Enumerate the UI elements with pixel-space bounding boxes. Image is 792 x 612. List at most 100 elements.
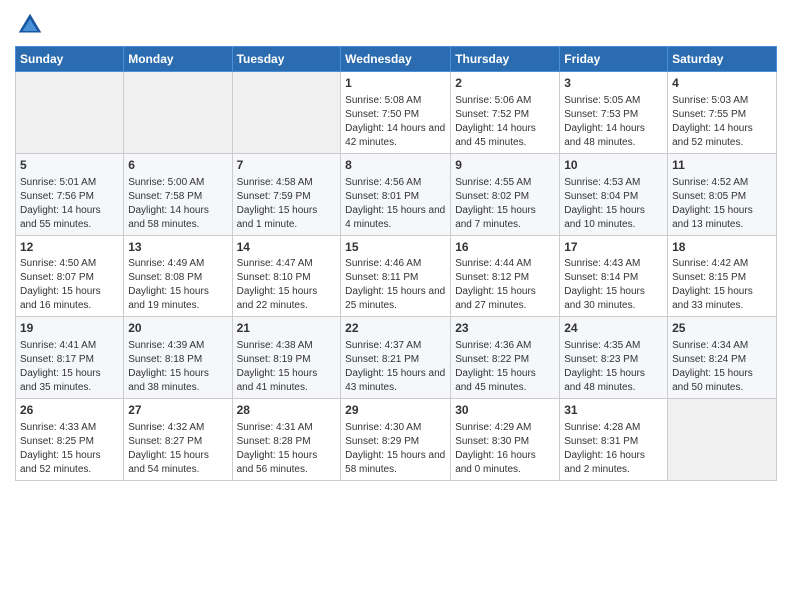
day-number: 6: [128, 157, 227, 174]
calendar-header-friday: Friday: [560, 47, 668, 72]
daylight-text: Daylight: 15 hours and 52 minutes.: [20, 450, 101, 475]
daylight-text: Daylight: 15 hours and 56 minutes.: [237, 450, 318, 475]
sunset-text: Sunset: 8:25 PM: [20, 436, 94, 447]
cell-content: 16Sunrise: 4:44 AMSunset: 8:12 PMDayligh…: [455, 239, 555, 314]
day-number: 3: [564, 75, 663, 92]
calendar-week-row: 12Sunrise: 4:50 AMSunset: 8:07 PMDayligh…: [16, 235, 777, 317]
sunset-text: Sunset: 8:18 PM: [128, 354, 202, 365]
daylight-text: Daylight: 14 hours and 52 minutes.: [672, 123, 753, 148]
calendar-cell: 16Sunrise: 4:44 AMSunset: 8:12 PMDayligh…: [451, 235, 560, 317]
day-number: 9: [455, 157, 555, 174]
sunrise-text: Sunrise: 4:55 AM: [455, 177, 531, 188]
sunset-text: Sunset: 8:07 PM: [20, 272, 94, 283]
daylight-text: Daylight: 15 hours and 33 minutes.: [672, 286, 753, 311]
cell-content: 1Sunrise: 5:08 AMSunset: 7:50 PMDaylight…: [345, 75, 446, 150]
calendar-week-row: 1Sunrise: 5:08 AMSunset: 7:50 PMDaylight…: [16, 72, 777, 154]
day-number: 30: [455, 402, 555, 419]
day-number: 17: [564, 239, 663, 256]
cell-content: 9Sunrise: 4:55 AMSunset: 8:02 PMDaylight…: [455, 157, 555, 232]
calendar-cell: 9Sunrise: 4:55 AMSunset: 8:02 PMDaylight…: [451, 153, 560, 235]
sunrise-text: Sunrise: 4:46 AM: [345, 258, 421, 269]
calendar-cell: 4Sunrise: 5:03 AMSunset: 7:55 PMDaylight…: [668, 72, 777, 154]
calendar-cell: 2Sunrise: 5:06 AMSunset: 7:52 PMDaylight…: [451, 72, 560, 154]
cell-content: 20Sunrise: 4:39 AMSunset: 8:18 PMDayligh…: [128, 320, 227, 395]
day-number: 5: [20, 157, 119, 174]
day-number: 8: [345, 157, 446, 174]
day-number: 14: [237, 239, 337, 256]
day-number: 27: [128, 402, 227, 419]
calendar-cell: 19Sunrise: 4:41 AMSunset: 8:17 PMDayligh…: [16, 317, 124, 399]
cell-content: 15Sunrise: 4:46 AMSunset: 8:11 PMDayligh…: [345, 239, 446, 314]
sunrise-text: Sunrise: 5:08 AM: [345, 95, 421, 106]
cell-content: 25Sunrise: 4:34 AMSunset: 8:24 PMDayligh…: [672, 320, 772, 395]
cell-content: 8Sunrise: 4:56 AMSunset: 8:01 PMDaylight…: [345, 157, 446, 232]
sunrise-text: Sunrise: 4:38 AM: [237, 340, 313, 351]
calendar-cell: 5 Sunrise: 5:01 AM Sunset: 7:56 PM Daylight…: [16, 153, 124, 235]
day-number: 11: [672, 157, 772, 174]
day-number: 16: [455, 239, 555, 256]
sunrise-text: Sunrise: 4:56 AM: [345, 177, 421, 188]
sunset-text: Sunset: 8:15 PM: [672, 272, 746, 283]
daylight-text: Daylight: 14 hours and 58 minutes.: [128, 205, 209, 230]
cell-content: 27Sunrise: 4:32 AMSunset: 8:27 PMDayligh…: [128, 402, 227, 477]
calendar-header-monday: Monday: [124, 47, 232, 72]
page-container: SundayMondayTuesdayWednesdayThursdayFrid…: [0, 0, 792, 496]
daylight-text: Daylight: 15 hours and 48 minutes.: [564, 368, 645, 393]
calendar-cell: [16, 72, 124, 154]
day-number: 19: [20, 320, 119, 337]
daylight-text: Daylight: 15 hours and 22 minutes.: [237, 286, 318, 311]
calendar-week-row: 26Sunrise: 4:33 AMSunset: 8:25 PMDayligh…: [16, 399, 777, 481]
calendar-header-saturday: Saturday: [668, 47, 777, 72]
daylight-text: Daylight: 15 hours and 16 minutes.: [20, 286, 101, 311]
sunrise-text: Sunrise: 4:31 AM: [237, 422, 313, 433]
sunset-text: Sunset: 7:56 PM: [20, 191, 94, 202]
sunset-text: Sunset: 8:17 PM: [20, 354, 94, 365]
sunset-text: Sunset: 7:53 PM: [564, 109, 638, 120]
sunrise-text: Sunrise: 4:29 AM: [455, 422, 531, 433]
calendar-cell: 6Sunrise: 5:00 AMSunset: 7:58 PMDaylight…: [124, 153, 232, 235]
daylight-text: Daylight: 15 hours and 25 minutes.: [345, 286, 445, 311]
sunrise-text: Sunrise: 4:47 AM: [237, 258, 313, 269]
calendar-cell: 25Sunrise: 4:34 AMSunset: 8:24 PMDayligh…: [668, 317, 777, 399]
daylight-text: Daylight: 15 hours and 43 minutes.: [345, 368, 445, 393]
daylight-text: Daylight: 15 hours and 45 minutes.: [455, 368, 536, 393]
calendar-header-tuesday: Tuesday: [232, 47, 341, 72]
calendar-header-row: SundayMondayTuesdayWednesdayThursdayFrid…: [16, 47, 777, 72]
daylight-text: Daylight: 15 hours and 50 minutes.: [672, 368, 753, 393]
calendar-cell: [124, 72, 232, 154]
cell-content: 30Sunrise: 4:29 AMSunset: 8:30 PMDayligh…: [455, 402, 555, 477]
sunset-text: Sunset: 8:19 PM: [237, 354, 311, 365]
cell-content: 2Sunrise: 5:06 AMSunset: 7:52 PMDaylight…: [455, 75, 555, 150]
calendar-cell: 20Sunrise: 4:39 AMSunset: 8:18 PMDayligh…: [124, 317, 232, 399]
day-number: 31: [564, 402, 663, 419]
cell-content: 22Sunrise: 4:37 AMSunset: 8:21 PMDayligh…: [345, 320, 446, 395]
sunset-text: Sunset: 8:30 PM: [455, 436, 529, 447]
sunrise-text: Sunrise: 4:50 AM: [20, 258, 96, 269]
calendar-cell: 8Sunrise: 4:56 AMSunset: 8:01 PMDaylight…: [341, 153, 451, 235]
day-number: 22: [345, 320, 446, 337]
calendar-cell: 10Sunrise: 4:53 AMSunset: 8:04 PMDayligh…: [560, 153, 668, 235]
daylight-text: Daylight: 15 hours and 38 minutes.: [128, 368, 209, 393]
sunset-text: Sunset: 7:50 PM: [345, 109, 419, 120]
sunrise-text: Sunrise: 4:53 AM: [564, 177, 640, 188]
calendar-week-row: 19Sunrise: 4:41 AMSunset: 8:17 PMDayligh…: [16, 317, 777, 399]
daylight-text: Daylight: 14 hours and 45 minutes.: [455, 123, 536, 148]
sunrise-text: Sunrise: 4:34 AM: [672, 340, 748, 351]
sunset-text: Sunset: 8:24 PM: [672, 354, 746, 365]
cell-content: 14Sunrise: 4:47 AMSunset: 8:10 PMDayligh…: [237, 239, 337, 314]
sunset-text: Sunset: 8:11 PM: [345, 272, 418, 283]
cell-content: 29Sunrise: 4:30 AMSunset: 8:29 PMDayligh…: [345, 402, 446, 477]
daylight-text: Daylight: 15 hours and 19 minutes.: [128, 286, 209, 311]
day-number: 13: [128, 239, 227, 256]
day-number: 26: [20, 402, 119, 419]
sunset-text: Sunset: 8:22 PM: [455, 354, 529, 365]
cell-content: 18Sunrise: 4:42 AMSunset: 8:15 PMDayligh…: [672, 239, 772, 314]
cell-content: 17Sunrise: 4:43 AMSunset: 8:14 PMDayligh…: [564, 239, 663, 314]
sunrise-text: Sunrise: 4:35 AM: [564, 340, 640, 351]
sunset-text: Sunset: 8:12 PM: [455, 272, 529, 283]
daylight-text: Daylight: 14 hours and 55 minutes.: [20, 205, 101, 230]
sunrise-text: Sunrise: 5:01 AM: [20, 177, 96, 188]
day-number: 21: [237, 320, 337, 337]
sunset-text: Sunset: 7:55 PM: [672, 109, 746, 120]
sunset-text: Sunset: 8:05 PM: [672, 191, 746, 202]
